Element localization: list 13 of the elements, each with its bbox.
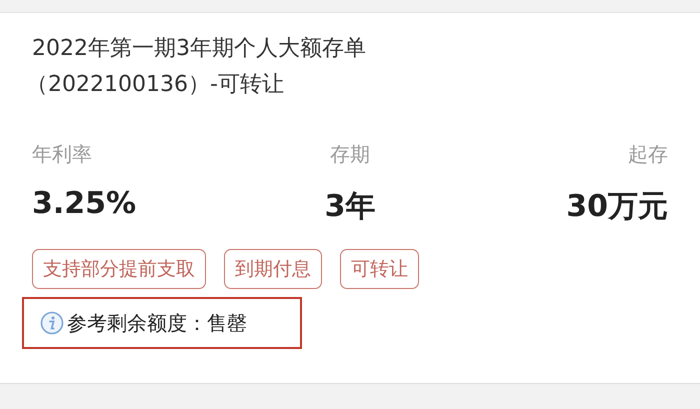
stat-label: 年利率 bbox=[32, 141, 93, 168]
feature-tag: 到期付息 bbox=[224, 249, 322, 289]
stat-label: 存期 bbox=[330, 141, 370, 168]
product-title: 2022年第一期3年期个人大额存单 bbox=[32, 35, 367, 63]
feature-tag: 可转让 bbox=[340, 249, 419, 289]
stat-label: 起存 bbox=[628, 141, 668, 168]
remaining-quota: 参考剩余额度：售罄 bbox=[67, 310, 247, 336]
stat-value: 30万元 bbox=[566, 188, 668, 226]
info-icon bbox=[40, 311, 64, 335]
product-code: （2022100136）-可转让 bbox=[26, 71, 285, 99]
stat-value: 3.25% bbox=[32, 186, 138, 221]
feature-tag: 支持部分提前支取 bbox=[32, 249, 206, 289]
stat-value: 3年 bbox=[324, 188, 376, 226]
